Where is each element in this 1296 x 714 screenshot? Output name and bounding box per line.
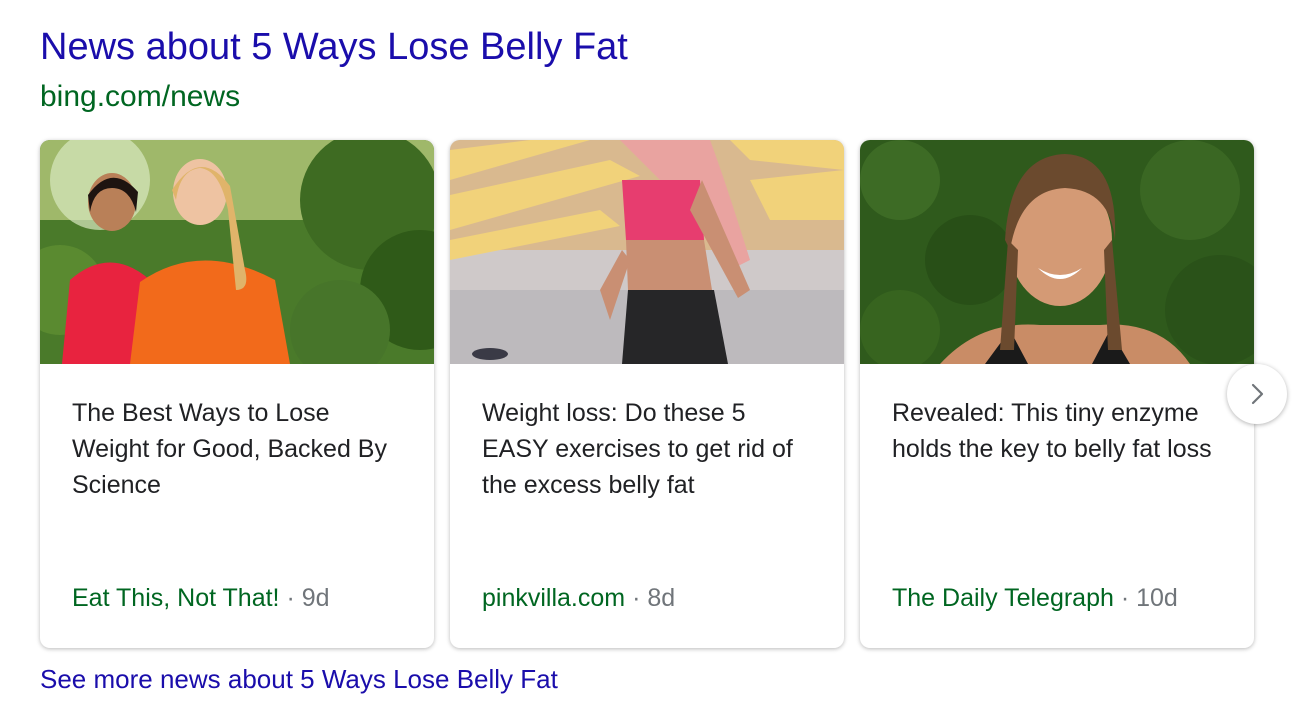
meta-separator: ·: [286, 584, 295, 612]
two-women-walking-image: [40, 140, 434, 364]
chevron-right-icon: [1251, 383, 1264, 405]
news-publisher: Eat This, Not That!: [72, 584, 280, 612]
news-publisher: The Daily Telegraph: [892, 584, 1114, 612]
news-headline[interactable]: The Best Ways to Lose Weight for Good, B…: [72, 395, 407, 503]
news-age: 9d: [301, 584, 330, 612]
news-card[interactable]: The Best Ways to Lose Weight for Good, B…: [40, 140, 434, 648]
source-url[interactable]: bing.com/news: [40, 80, 240, 114]
carousel-next-button[interactable]: [1227, 364, 1287, 424]
news-title-link[interactable]: News about 5 Ways Lose Belly Fat: [40, 26, 628, 69]
news-meta: Eat This, Not That! · 9d: [72, 580, 330, 616]
news-meta: The Daily Telegraph · 10d: [892, 580, 1178, 616]
news-age: 10d: [1136, 584, 1178, 612]
meta-separator: ·: [632, 584, 641, 612]
news-age: 8d: [647, 584, 676, 612]
smiling-woman-portrait-image: [860, 140, 1254, 364]
see-more-news-link[interactable]: See more news about 5 Ways Lose Belly Fa…: [40, 664, 558, 695]
news-publisher: pinkvilla.com: [482, 584, 626, 612]
woman-running-image: [450, 140, 844, 364]
news-card[interactable]: Weight loss: Do these 5 EASY exercises t…: [450, 140, 844, 648]
news-headline[interactable]: Revealed: This tiny enzyme holds the key…: [892, 395, 1227, 467]
news-headline[interactable]: Weight loss: Do these 5 EASY exercises t…: [482, 395, 817, 503]
meta-separator: ·: [1120, 584, 1130, 612]
news-card[interactable]: Revealed: This tiny enzyme holds the key…: [860, 140, 1254, 648]
news-meta: pinkvilla.com · 8d: [482, 580, 675, 616]
